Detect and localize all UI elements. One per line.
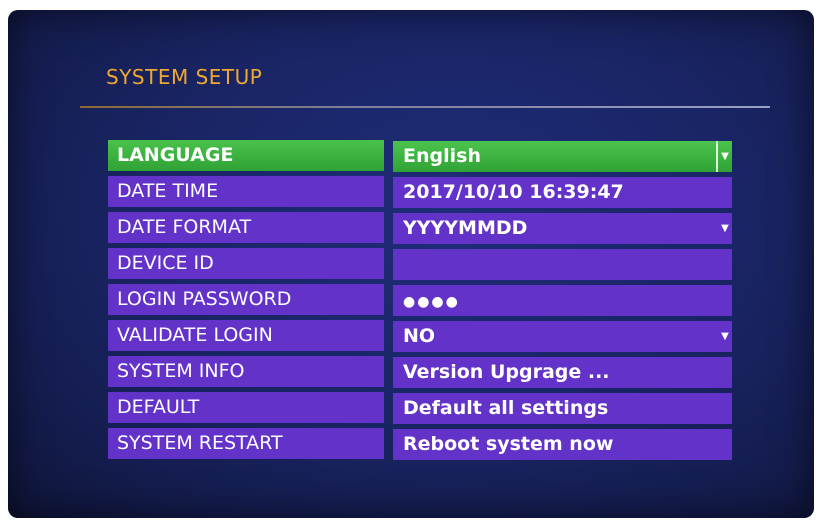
chevron-down-icon[interactable]: ▼ [718,321,732,352]
setting-row-system-info[interactable]: SYSTEM INFO Version Upgrage ... [108,356,734,388]
language-select[interactable]: English ▼ [393,141,732,172]
setting-row-default[interactable]: DEFAULT Default all settings [108,392,734,424]
setting-row-date-time[interactable]: DATE TIME 2017/10/10 16:39:47 [108,176,734,208]
reboot-button[interactable]: Reboot system now [393,429,732,460]
date-time-value: 2017/10/10 16:39:47 [403,181,624,203]
system-restart-value: Reboot system now [403,433,614,455]
settings-list: LANGUAGE English ▼ DATE TIME 2017/10/10 … [108,140,734,464]
setting-row-system-restart[interactable]: SYSTEM RESTART Reboot system now [108,428,734,460]
setting-label-date-format: DATE FORMAT [108,212,384,243]
setting-label-default: DEFAULT [108,392,384,423]
system-info-value: Version Upgrage ... [403,361,610,383]
validate-login-select[interactable]: NO ▼ [393,321,732,352]
date-format-select[interactable]: YYYYMMDD ▼ [393,213,732,244]
setting-row-validate-login[interactable]: VALIDATE LOGIN NO ▼ [108,320,734,352]
setting-label-device-id: DEVICE ID [108,248,384,279]
setting-label-validate-login: VALIDATE LOGIN [108,320,384,351]
setting-label-date-time: DATE TIME [108,176,384,207]
version-upgrade-button[interactable]: Version Upgrage ... [393,357,732,388]
setting-label-system-restart: SYSTEM RESTART [108,428,384,459]
device-id-field[interactable] [393,249,732,280]
login-password-value: ●●●● [403,294,460,310]
setting-label-language: LANGUAGE [108,140,384,171]
login-password-field[interactable]: ●●●● [393,285,732,316]
language-value: English [403,145,481,167]
chevron-down-icon[interactable]: ▼ [718,213,732,244]
page-title: SYSTEM SETUP [106,65,263,89]
date-time-field[interactable]: 2017/10/10 16:39:47 [393,177,732,208]
setting-label-login-password: LOGIN PASSWORD [108,284,384,315]
validate-login-value: NO [403,325,436,347]
system-setup-screen: SYSTEM SETUP LANGUAGE English ▼ DATE TIM… [8,10,814,518]
date-format-value: YYYYMMDD [403,217,528,239]
title-divider [80,106,770,108]
setting-row-login-password[interactable]: LOGIN PASSWORD ●●●● [108,284,734,316]
setting-row-language[interactable]: LANGUAGE English ▼ [108,140,734,172]
default-value: Default all settings [403,397,609,419]
setting-row-date-format[interactable]: DATE FORMAT YYYYMMDD ▼ [108,212,734,244]
setting-label-system-info: SYSTEM INFO [108,356,384,387]
default-settings-button[interactable]: Default all settings [393,393,732,424]
setting-row-device-id[interactable]: DEVICE ID [108,248,734,280]
chevron-down-icon[interactable]: ▼ [716,141,732,172]
